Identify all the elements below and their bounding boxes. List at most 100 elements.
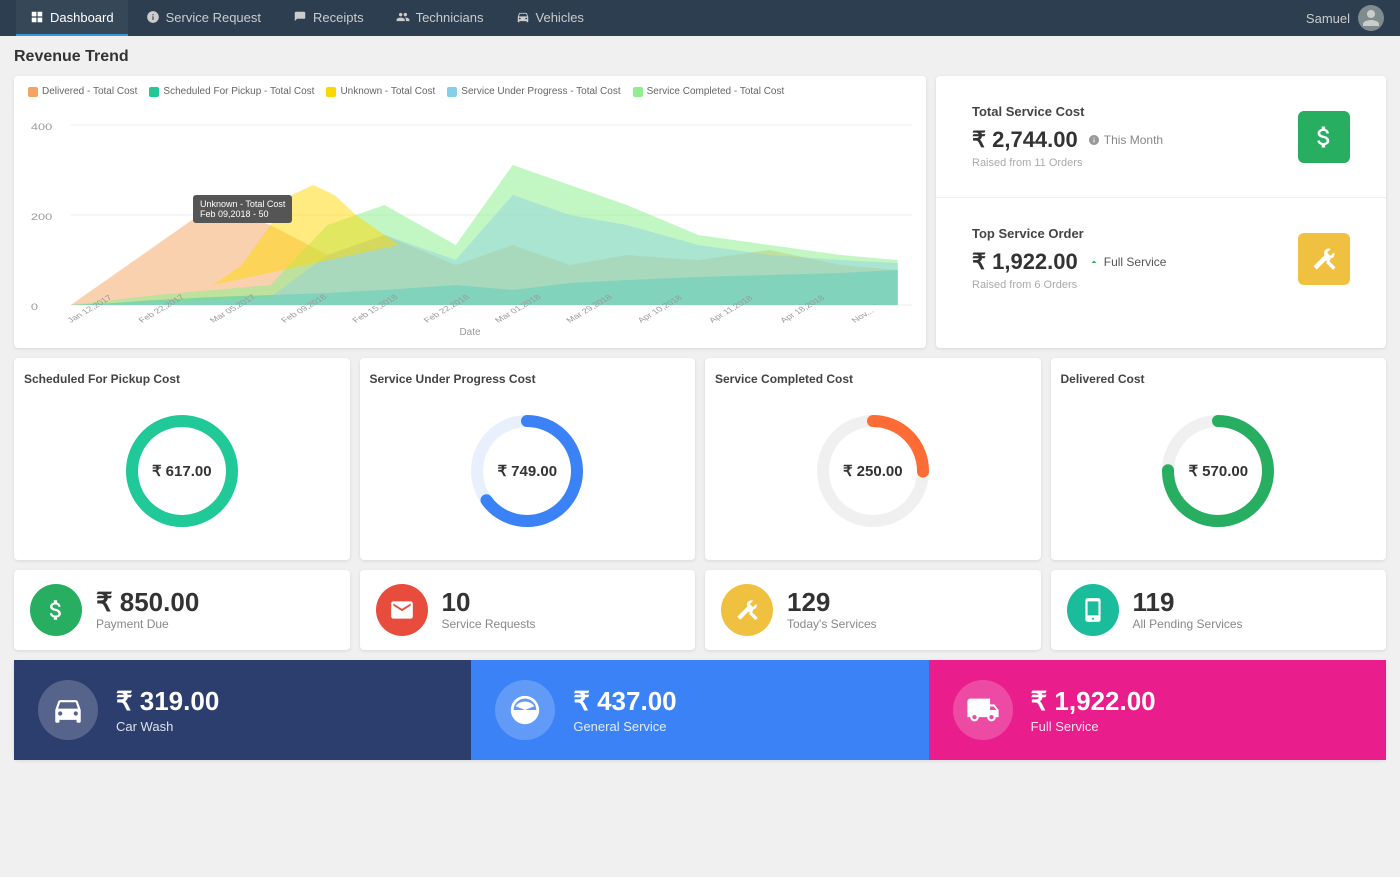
- car-icon: [51, 693, 85, 727]
- top-service-order-content: Top Service Order ₹ 1,922.00 Full Servic…: [972, 226, 1166, 291]
- svg-text:400: 400: [31, 123, 52, 133]
- pending-services-text: 119 All Pending Services: [1133, 589, 1243, 631]
- legend-scheduled: Scheduled For Pickup - Total Cost: [149, 86, 314, 97]
- car-wash-label: Car Wash: [116, 719, 219, 734]
- legend-dot-unknown: [326, 87, 336, 97]
- general-service-amount: ₹ 437.00: [573, 686, 676, 717]
- full-service-text: ₹ 1,922.00 Full Service: [1031, 686, 1156, 734]
- top-row: Delivered - Total Cost Scheduled For Pic…: [14, 76, 1386, 348]
- main-content: Revenue Trend Delivered - Total Cost Sch…: [0, 36, 1400, 772]
- legend-dot-scheduled: [149, 87, 159, 97]
- total-service-cost-sub: Raised from 11 Orders: [972, 157, 1163, 169]
- svg-text:Nov...: Nov...: [849, 307, 876, 325]
- donut-under-progress-value: ₹ 749.00: [497, 462, 557, 480]
- donut-under-progress: Service Under Progress Cost ₹ 749.00: [360, 358, 696, 560]
- donut-delivered-title: Delivered Cost: [1061, 372, 1377, 386]
- service-type-car-wash[interactable]: ₹ 319.00 Car Wash: [14, 660, 471, 760]
- car-wash-text: ₹ 319.00 Car Wash: [116, 686, 219, 734]
- username-label: Samuel: [1306, 11, 1350, 26]
- chart-svg: 400 200 0: [28, 105, 912, 325]
- money-icon: [43, 597, 69, 623]
- top-service-order-title: Top Service Order: [972, 226, 1166, 241]
- donut-delivered-value: ₹ 570.00: [1188, 462, 1248, 480]
- legend-dot-delivered: [28, 87, 38, 97]
- pending-services-label: All Pending Services: [1133, 617, 1243, 631]
- pending-services-num: 119: [1133, 589, 1243, 615]
- donut-delivered-container: ₹ 570.00: [1061, 396, 1377, 546]
- donut-completed-container: ₹ 250.00: [715, 396, 1031, 546]
- money-bag-icon: [1310, 123, 1338, 151]
- wrench-icon-2: [734, 597, 760, 623]
- legend-under-progress: Service Under Progress - Total Cost: [447, 86, 620, 97]
- top-service-order-sub: Raised from 6 Orders: [972, 279, 1166, 291]
- todays-services-text: 129 Today's Services: [787, 589, 877, 631]
- svg-text:200: 200: [31, 213, 52, 223]
- chart-area: 400 200 0: [28, 105, 912, 325]
- full-service-label: Full Service: [1031, 719, 1156, 734]
- svg-text:0: 0: [31, 303, 38, 313]
- todays-services-label: Today's Services: [787, 617, 877, 631]
- donut-scheduled-title: Scheduled For Pickup Cost: [24, 372, 340, 386]
- top-service-order-icon-box: [1298, 233, 1350, 285]
- nav-item-vehicles[interactable]: Vehicles: [502, 0, 598, 36]
- total-service-cost-amount: ₹ 2,744.00: [972, 127, 1078, 153]
- legend-dot-under-progress: [447, 87, 457, 97]
- total-service-cost-icon-box: [1298, 111, 1350, 163]
- mail-icon: [389, 597, 415, 623]
- full-service-icon-circle: [953, 680, 1013, 740]
- top-service-order-section: Top Service Order ₹ 1,922.00 Full Servic…: [936, 198, 1386, 319]
- top-service-order-label: Full Service: [1104, 255, 1167, 269]
- legend-completed: Service Completed - Total Cost: [633, 86, 785, 97]
- donut-completed: Service Completed Cost ₹ 250.00: [705, 358, 1041, 560]
- total-service-cost-period: This Month: [1104, 133, 1163, 147]
- right-stats-card: Total Service Cost ₹ 2,744.00 This Month…: [936, 76, 1386, 348]
- nav-item-service-request[interactable]: Service Request: [132, 0, 275, 36]
- nav-items: Dashboard Service Request Receipts Techn…: [16, 0, 1306, 36]
- wrench-icon: [1310, 245, 1338, 273]
- general-service-text: ₹ 437.00 General Service: [573, 686, 676, 734]
- donut-under-progress-title: Service Under Progress Cost: [370, 372, 686, 386]
- general-service-icon-circle: [495, 680, 555, 740]
- donut-completed-value: ₹ 250.00: [843, 462, 903, 480]
- donut-completed-title: Service Completed Cost: [715, 372, 1031, 386]
- stat-payment-due: ₹ 850.00 Payment Due: [14, 570, 350, 650]
- tablet-icon: [1080, 597, 1106, 623]
- nav-right: Samuel: [1306, 5, 1384, 31]
- stat-todays-services: 129 Today's Services: [705, 570, 1041, 650]
- bottom-stats-row: ₹ 850.00 Payment Due 10 Service Requests…: [14, 570, 1386, 650]
- service-type-full[interactable]: ₹ 1,922.00 Full Service: [929, 660, 1386, 760]
- nav-item-dashboard[interactable]: Dashboard: [16, 0, 128, 36]
- top-service-order-card: Top Service Order ₹ 1,922.00 Full Servic…: [954, 210, 1368, 307]
- payment-due-label: Payment Due: [96, 617, 199, 631]
- payment-due-amount: ₹ 850.00: [96, 589, 199, 615]
- chart-legend: Delivered - Total Cost Scheduled For Pic…: [28, 86, 912, 97]
- legend-unknown: Unknown - Total Cost: [326, 86, 435, 97]
- todays-services-num: 129: [787, 589, 877, 615]
- navbar: Dashboard Service Request Receipts Techn…: [0, 0, 1400, 36]
- general-service-label: General Service: [573, 719, 676, 734]
- todays-services-icon-circle: [721, 584, 773, 636]
- pending-services-icon-circle: [1067, 584, 1119, 636]
- donut-scheduled-value: ₹ 617.00: [152, 462, 212, 480]
- service-requests-label: Service Requests: [442, 617, 536, 631]
- stat-pending-services: 119 All Pending Services: [1051, 570, 1387, 650]
- service-requests-text: 10 Service Requests: [442, 589, 536, 631]
- payment-due-icon-circle: [30, 584, 82, 636]
- car-wash-icon-circle: [38, 680, 98, 740]
- service-type-row: ₹ 319.00 Car Wash ₹ 437.00 General Servi…: [14, 660, 1386, 760]
- service-type-general[interactable]: ₹ 437.00 General Service: [471, 660, 928, 760]
- steering-icon: [508, 693, 542, 727]
- donut-under-progress-container: ₹ 749.00: [370, 396, 686, 546]
- legend-dot-completed: [633, 87, 643, 97]
- donut-scheduled: Scheduled For Pickup Cost ₹ 617.00: [14, 358, 350, 560]
- service-requests-icon-circle: [376, 584, 428, 636]
- service-requests-num: 10: [442, 589, 536, 615]
- full-service-amount: ₹ 1,922.00: [1031, 686, 1156, 717]
- total-service-cost-title: Total Service Cost: [972, 104, 1163, 119]
- chart-x-label: Date: [28, 327, 912, 338]
- total-service-cost-content: Total Service Cost ₹ 2,744.00 This Month…: [972, 104, 1163, 169]
- total-service-cost-card: Total Service Cost ₹ 2,744.00 This Month…: [954, 88, 1368, 185]
- nav-item-receipts[interactable]: Receipts: [279, 0, 378, 36]
- nav-item-technicians[interactable]: Technicians: [382, 0, 498, 36]
- donut-row: Scheduled For Pickup Cost ₹ 617.00 Servi…: [14, 358, 1386, 560]
